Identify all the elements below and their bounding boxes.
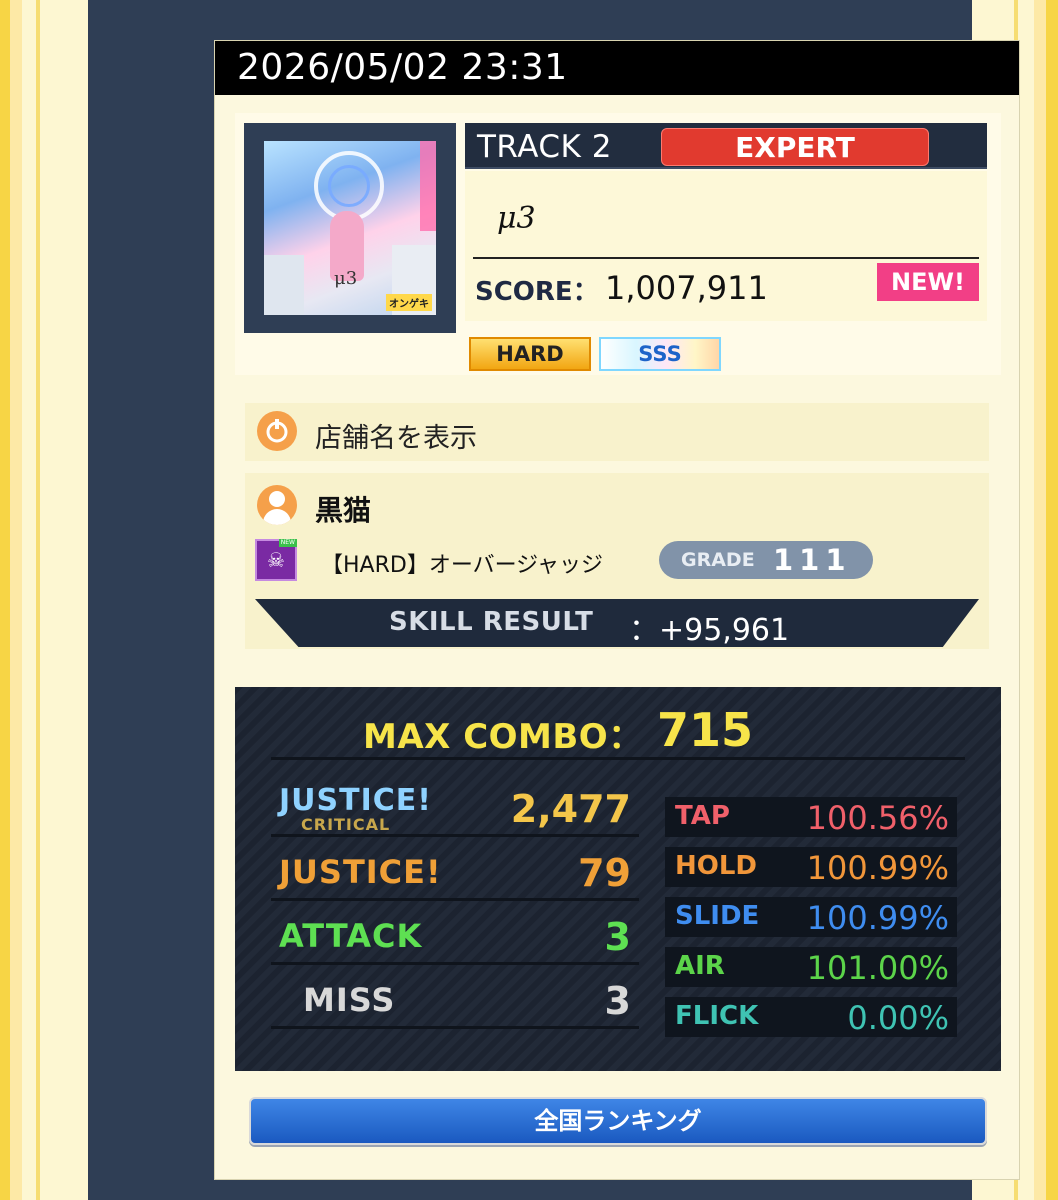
player-icon (257, 485, 297, 525)
judgment-value: 79 (578, 851, 631, 895)
rate-value: 100.99% (806, 899, 949, 937)
rate-row-air: AIR 101.00% (665, 947, 957, 987)
rate-name: SLIDE (675, 901, 760, 931)
max-combo-label: MAX COMBO： (363, 717, 643, 757)
skill-result-label: SKILL RESULT (389, 607, 594, 637)
rank-badge: SSS (599, 337, 721, 371)
grade-badge: GRADE 111 (659, 541, 873, 579)
right-frame-stripe (1034, 0, 1058, 1200)
play-datetime: 2026/05/02 23:31 (215, 41, 1019, 95)
grade-value: 111 (773, 543, 852, 577)
rate-value: 100.99% (806, 849, 949, 887)
new-record-badge: NEW! (877, 263, 979, 301)
result-container: 2026/05/02 23:31 μ3 オンゲキ TRACK 2 EXPERT (88, 0, 1020, 1200)
clear-lamp-badge: HARD (469, 337, 591, 371)
rate-value: 101.00% (806, 949, 949, 987)
judgment-name: JUSTICE! (279, 783, 432, 818)
judgment-sub: CRITICAL (301, 815, 391, 834)
judgment-row-attack: ATTACK 3 (271, 909, 639, 965)
judgment-panel: MAX COMBO： 715 JUSTICE! CRITICAL 2,477 J… (235, 687, 1001, 1071)
left-frame-line (36, 0, 40, 1200)
judgment-name: ATTACK (279, 917, 423, 955)
player-name: 黒猫 (315, 494, 372, 527)
skill-result-bar: SKILL RESULT ：+95,961 (255, 599, 979, 647)
song-title: μ3 (497, 201, 536, 236)
judgment-value: 3 (604, 979, 631, 1023)
judgment-row-critical: JUSTICE! CRITICAL 2,477 (271, 781, 639, 837)
rate-row-slide: SLIDE 100.99% (665, 897, 957, 937)
skill-result-value: ：+95,961 (629, 613, 790, 648)
result-card: 2026/05/02 23:31 μ3 オンゲキ TRACK 2 EXPERT (214, 40, 1020, 1180)
left-frame-stripe (0, 0, 22, 1200)
rate-value: 0.00% (847, 999, 949, 1037)
judgment-name: JUSTICE! (279, 853, 442, 891)
track-card: μ3 オンゲキ TRACK 2 EXPERT μ3 SCORE： 1,007,9… (235, 113, 1001, 375)
shop-name-label[interactable]: 店舗名を表示 (315, 416, 477, 455)
score-value: 1,007,911 (605, 269, 768, 307)
rate-row-tap: TAP 100.56% (665, 797, 957, 837)
player-panel: 黒猫 ☠ NEW 【HARD】オーバージャッジ GRADE 111 SKILL … (245, 473, 989, 649)
skill-name: 【HARD】オーバージャッジ (321, 553, 604, 578)
shop-icon (257, 411, 297, 451)
skull-icon: ☠ NEW (255, 539, 297, 581)
rate-row-hold: HOLD 100.99% (665, 847, 957, 887)
skill-new-tag: NEW (278, 539, 297, 547)
rate-row-flick: FLICK 0.00% (665, 997, 957, 1037)
judgment-name: MISS (303, 981, 396, 1019)
rate-name: HOLD (675, 851, 758, 881)
rate-name: AIR (675, 951, 725, 981)
grade-label: GRADE (681, 549, 755, 571)
title-divider (473, 257, 979, 259)
difficulty-badge: EXPERT (661, 128, 929, 166)
rate-name: FLICK (675, 1001, 759, 1031)
jacket-frame: μ3 オンゲキ (244, 123, 456, 333)
track-header: TRACK 2 EXPERT (465, 123, 987, 169)
judgment-row-justice: JUSTICE! 79 (271, 845, 639, 901)
score-label: SCORE： (475, 277, 599, 307)
national-ranking-button[interactable]: 全国ランキング (249, 1097, 987, 1145)
max-combo-value: 715 (657, 703, 754, 757)
shop-name-row[interactable]: 店舗名を表示 (245, 403, 989, 461)
jacket-image[interactable]: μ3 オンゲキ (264, 141, 436, 315)
judgment-row-miss: MISS 3 (271, 973, 639, 1029)
track-number: TRACK 2 (477, 129, 612, 165)
judgment-value: 3 (604, 915, 631, 959)
judgment-value: 2,477 (510, 787, 631, 831)
song-info: μ3 SCORE： 1,007,911 NEW! (465, 171, 987, 321)
jacket-logo: オンゲキ (386, 294, 432, 311)
rate-name: TAP (675, 801, 730, 831)
jacket-title-text: μ3 (334, 268, 358, 289)
rate-value: 100.56% (806, 799, 949, 837)
